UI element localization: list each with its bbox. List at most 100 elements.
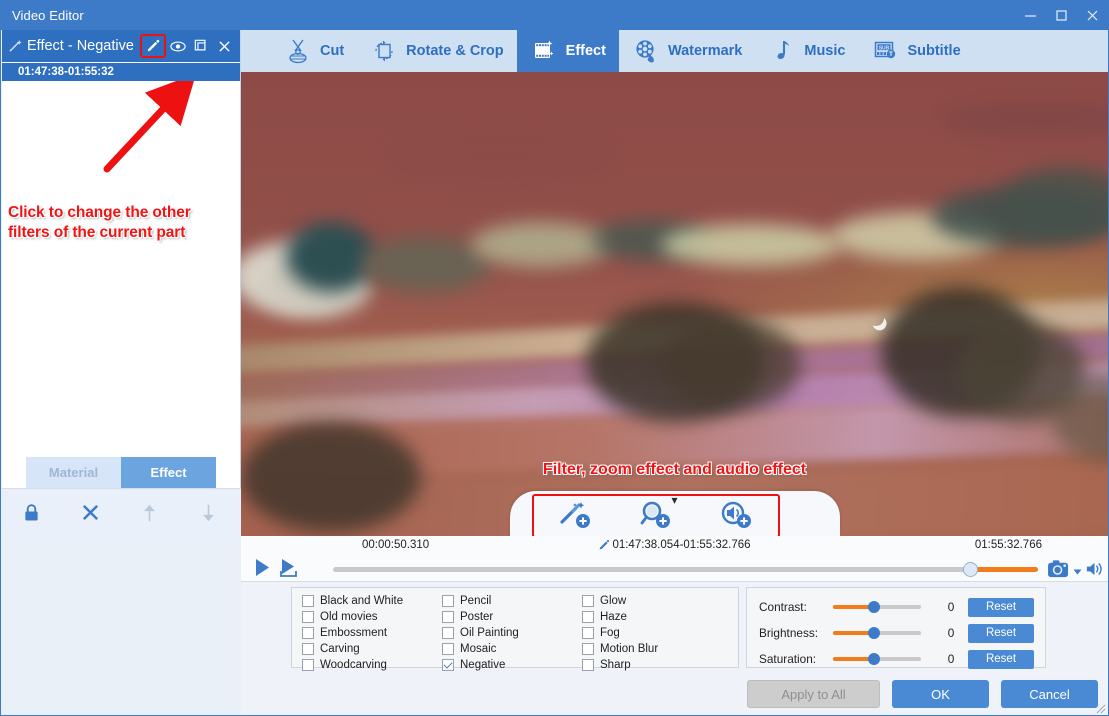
contrast-reset-button[interactable]: Reset bbox=[968, 597, 1034, 617]
effect-quick-bar: ▾ bbox=[509, 491, 840, 536]
toolbar-tab-subtitle[interactable]: SUB T Subtitle bbox=[858, 30, 973, 72]
filter-haze[interactable]: Haze bbox=[582, 609, 722, 625]
sidebar-annotation: Click to change the other filters of the… bbox=[8, 203, 191, 243]
checkbox[interactable] bbox=[302, 659, 314, 671]
filter-carving[interactable]: Carving bbox=[302, 641, 442, 657]
effect-quick-buttons bbox=[536, 496, 776, 534]
filter-label: Carving bbox=[320, 643, 360, 655]
minimize-button[interactable] bbox=[1015, 1, 1046, 30]
video-preview[interactable]: Filter, zoom effect and audio effect ▾ bbox=[241, 72, 1108, 536]
filter-mosaic[interactable]: Mosaic bbox=[442, 641, 582, 657]
checkbox[interactable] bbox=[442, 611, 454, 623]
play-button[interactable] bbox=[254, 558, 271, 577]
window-controls bbox=[1015, 1, 1108, 30]
move-up-arrow-icon[interactable] bbox=[120, 489, 179, 537]
filter-oil-painting[interactable]: Oil Painting bbox=[442, 625, 582, 641]
toolbar-tab-cut-label: Cut bbox=[320, 43, 345, 59]
maximize-button[interactable] bbox=[1046, 1, 1077, 30]
filter-label: Woodcarving bbox=[320, 659, 387, 671]
music-note-icon bbox=[768, 38, 796, 64]
toolbar-tab-cut[interactable]: Cut bbox=[271, 30, 357, 72]
checkbox[interactable] bbox=[582, 643, 594, 655]
lock-icon[interactable] bbox=[2, 489, 61, 537]
toolbar-tab-watermark[interactable]: Watermark bbox=[619, 30, 755, 72]
adjustment-row-brightness: Brightness: 0 Reset bbox=[759, 620, 1045, 646]
play-selection-button[interactable] bbox=[279, 558, 298, 578]
checkbox[interactable] bbox=[302, 595, 314, 607]
add-zoom-effect-icon[interactable] bbox=[639, 500, 673, 530]
window-title: Video Editor bbox=[12, 8, 84, 23]
filter-label: Mosaic bbox=[460, 643, 497, 655]
toolbar-tab-subtitle-label: Subtitle bbox=[907, 43, 961, 59]
move-down-arrow-icon[interactable] bbox=[179, 489, 238, 537]
playback-bar: 00:00:50.310 01:47:38.054-01:55:32.766 0… bbox=[241, 536, 1108, 582]
contrast-knob[interactable] bbox=[868, 601, 880, 613]
toolbar-tab-effect-label: Effect bbox=[565, 43, 606, 59]
filter-motion-blur[interactable]: Motion Blur bbox=[582, 641, 722, 657]
checkbox[interactable] bbox=[302, 643, 314, 655]
filter-fog[interactable]: Fog bbox=[582, 625, 722, 641]
copy-duplicate-icon[interactable] bbox=[190, 35, 212, 57]
volume-speaker-icon[interactable] bbox=[1085, 560, 1104, 583]
close-button[interactable] bbox=[1077, 1, 1108, 30]
checkbox[interactable] bbox=[582, 627, 594, 639]
checkbox[interactable] bbox=[582, 595, 594, 607]
cancel-button[interactable]: Cancel bbox=[1001, 680, 1098, 708]
resize-grip[interactable] bbox=[1096, 704, 1106, 714]
brightness-knob[interactable] bbox=[868, 627, 880, 639]
toolbar-tab-effect[interactable]: Effect bbox=[516, 30, 619, 72]
filter-woodcarving[interactable]: Woodcarving bbox=[302, 657, 442, 673]
filter-embossment[interactable]: Embossment bbox=[302, 625, 442, 641]
toolbar-tab-rotate-crop[interactable]: Rotate & Crop bbox=[357, 30, 516, 72]
checkbox[interactable] bbox=[442, 643, 454, 655]
adjustment-row-saturation: Saturation: 0 Reset bbox=[759, 646, 1045, 672]
add-filter-icon[interactable] bbox=[559, 500, 593, 530]
saturation-label: Saturation: bbox=[759, 652, 817, 666]
filter-negative[interactable]: Negative bbox=[442, 657, 582, 673]
filter-sharp[interactable]: Sharp bbox=[582, 657, 722, 673]
saturation-slider[interactable] bbox=[833, 653, 921, 665]
checkbox[interactable] bbox=[442, 627, 454, 639]
remove-x-icon[interactable] bbox=[61, 489, 120, 537]
edit-pencil-icon[interactable] bbox=[140, 34, 166, 58]
filter-glow[interactable]: Glow bbox=[582, 593, 722, 609]
checkbox[interactable] bbox=[442, 659, 454, 671]
ok-button[interactable]: OK bbox=[892, 680, 989, 708]
toolbar-tab-music[interactable]: Music bbox=[755, 30, 858, 72]
add-audio-effect-icon[interactable] bbox=[719, 500, 753, 530]
title-bar: Video Editor bbox=[1, 1, 1108, 30]
checkbox[interactable] bbox=[582, 659, 594, 671]
checkbox[interactable] bbox=[302, 627, 314, 639]
svg-text:T: T bbox=[890, 52, 894, 58]
sidebar-effect-list: Click to change the other filters of the… bbox=[2, 81, 240, 488]
selection-range[interactable]: 01:47:38.054-01:55:32.766 bbox=[598, 539, 751, 551]
sidebar-annotation-line1: Click to change the other bbox=[8, 204, 191, 221]
snapshot-camera-icon[interactable] bbox=[1047, 559, 1070, 584]
tab-material[interactable]: Material bbox=[26, 457, 121, 488]
contrast-slider[interactable] bbox=[833, 601, 921, 613]
eye-visibility-icon[interactable] bbox=[167, 35, 189, 57]
filter-pencil[interactable]: Pencil bbox=[442, 593, 582, 609]
tab-effect[interactable]: Effect bbox=[121, 457, 216, 488]
checkbox[interactable] bbox=[302, 611, 314, 623]
filter-black-and-white[interactable]: Black and White bbox=[302, 593, 442, 609]
timeline-slider[interactable] bbox=[333, 567, 1013, 572]
saturation-knob[interactable] bbox=[868, 653, 880, 665]
checkbox[interactable] bbox=[442, 595, 454, 607]
volume-slider[interactable] bbox=[938, 562, 1038, 577]
volume-knob[interactable] bbox=[963, 562, 978, 577]
apply-to-all-button[interactable]: Apply to All bbox=[747, 680, 880, 708]
filter-label: Embossment bbox=[320, 627, 388, 639]
brightness-slider[interactable] bbox=[833, 627, 921, 639]
saturation-reset-button[interactable]: Reset bbox=[968, 649, 1034, 669]
delete-close-icon[interactable] bbox=[213, 35, 235, 57]
snapshot-dropdown-icon[interactable] bbox=[1073, 563, 1082, 581]
filter-poster[interactable]: Poster bbox=[442, 609, 582, 625]
checkbox[interactable] bbox=[582, 611, 594, 623]
volume-fill bbox=[970, 567, 1038, 572]
filter-old-movies[interactable]: Old movies bbox=[302, 609, 442, 625]
filter-label: Oil Painting bbox=[460, 627, 519, 639]
clip-time-range[interactable]: 01:47:38-01:55:32 bbox=[2, 62, 240, 81]
pencil-edit-icon bbox=[599, 539, 609, 549]
brightness-reset-button[interactable]: Reset bbox=[968, 623, 1034, 643]
